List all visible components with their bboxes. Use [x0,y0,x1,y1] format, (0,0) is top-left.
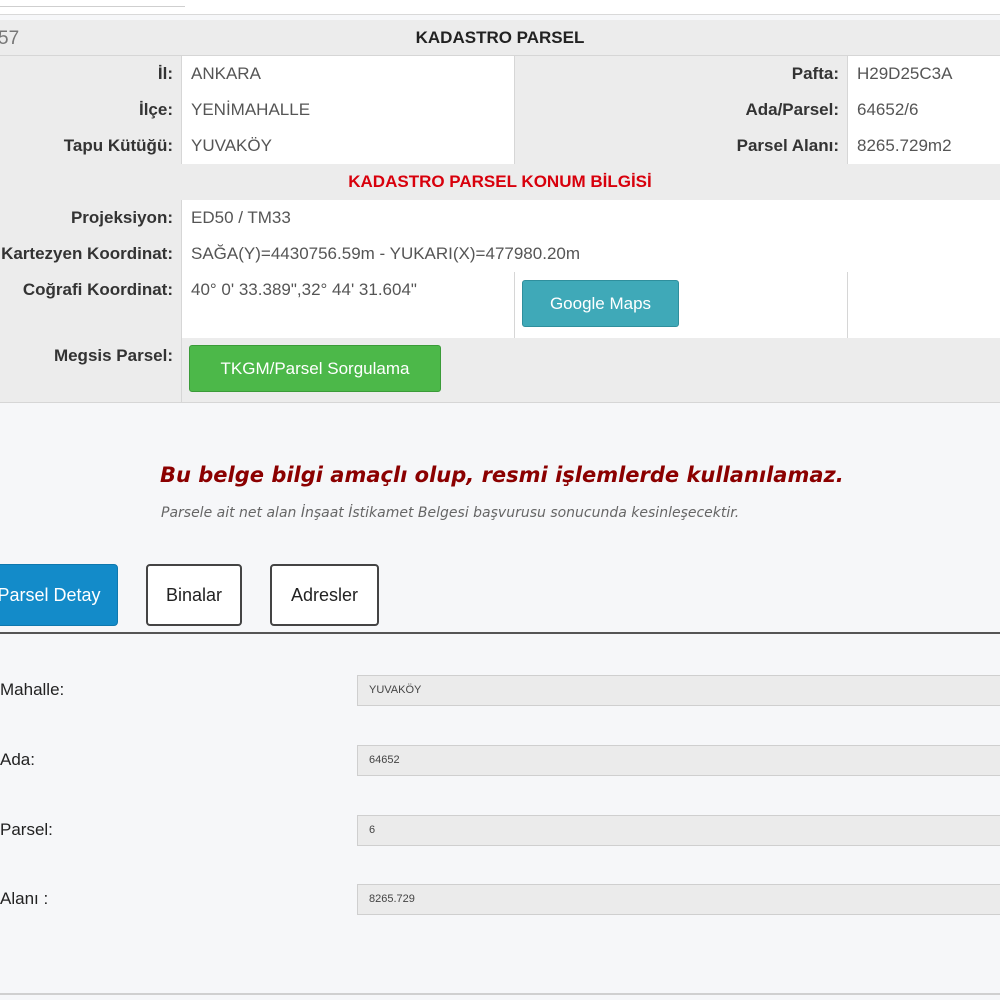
pafta-label: Pafta: [514,56,847,92]
ada-parsel-value: 64652/6 [847,92,1000,128]
empty-cell [847,272,1000,338]
kadastro-title-row: KADASTRO PARSEL 57 [0,20,1000,56]
tab-binalar[interactable]: Binalar [146,564,242,626]
parsel-label: Parsel: [0,820,53,839]
konum-title: KADASTRO PARSEL KONUM BİLGİSİ [0,164,1000,200]
cografi-value: 40° 0' 33.389",32° 44' 31.604" [181,272,514,338]
ada-parsel-label: Ada/Parsel: [514,92,847,128]
cografi-row: Coğrafi Koordinat: 40° 0' 33.389",32° 44… [0,272,1000,339]
tab-divider [0,632,1000,634]
tkgm-parsel-sorgulama-button[interactable]: TKGM/Parsel Sorgulama [189,345,441,392]
megsis-label: Megsis Parsel: [0,338,181,402]
tab-parsel-detay[interactable]: Parsel Detay [0,564,118,626]
alani-field[interactable]: 8265.729 [357,884,1000,915]
row-number: 57 [0,28,20,49]
il-label: İl: [0,56,181,92]
tapu-row: Tapu Kütüğü: YUVAKÖY Parsel Alanı: 8265.… [0,128,1000,165]
pafta-value: H29D25C3A [847,56,1000,92]
il-row: İl: ANKARA Pafta: H29D25C3A [0,56,1000,93]
megsis-row: Megsis Parsel: [0,338,1000,403]
ilce-row: İlçe: YENİMAHALLE Ada/Parsel: 64652/6 [0,92,1000,129]
warning-text: Bu belge bilgi amaçlı olup, resmi işleml… [160,463,844,487]
ada-field[interactable]: 64652 [357,745,1000,776]
tapu-kutugu-label: Tapu Kütüğü: [0,128,181,164]
tab-adresler[interactable]: Adresler [270,564,379,626]
mahalle-label: Mahalle: [0,680,65,699]
top-bar-box [0,0,185,7]
tapu-kutugu-value: YUVAKÖY [181,128,514,164]
parsel-alani-value: 8265.729m2 [847,128,1000,164]
kartezyen-row: Kartezyen Koordinat: SAĞA(Y)=4430756.59m… [0,236,1000,273]
info-subtext: Parsele ait net alan İnşaat İstikamet Be… [161,505,740,521]
top-bar [0,0,1000,15]
bottom-divider [0,993,1000,995]
il-value: ANKARA [181,56,514,92]
projeksiyon-value: ED50 / TM33 [181,200,1000,236]
parsel-field[interactable]: 6 [357,815,1000,846]
parsel-alani-label: Parsel Alanı: [514,128,847,164]
ilce-value: YENİMAHALLE [181,92,514,128]
mahalle-field[interactable]: YUVAKÖY [357,675,1000,706]
projeksiyon-label: Projeksiyon: [0,200,181,236]
kartezyen-value: SAĞA(Y)=4430756.59m - YUKARI(X)=477980.2… [181,236,1000,272]
konum-title-row: KADASTRO PARSEL KONUM BİLGİSİ [0,164,1000,201]
ilce-label: İlçe: [0,92,181,128]
projeksiyon-row: Projeksiyon: ED50 / TM33 [0,200,1000,237]
alani-label: Alanı : [0,889,49,908]
ada-label: Ada: [0,750,35,769]
cografi-label: Coğrafi Koordinat: [0,272,181,338]
kartezyen-label: Kartezyen Koordinat: [0,236,181,272]
google-maps-button[interactable]: Google Maps [522,280,679,327]
kadastro-title: KADASTRO PARSEL [0,20,1000,55]
kartezyen-label-text: Kartezyen Koordinat: [1,244,173,263]
